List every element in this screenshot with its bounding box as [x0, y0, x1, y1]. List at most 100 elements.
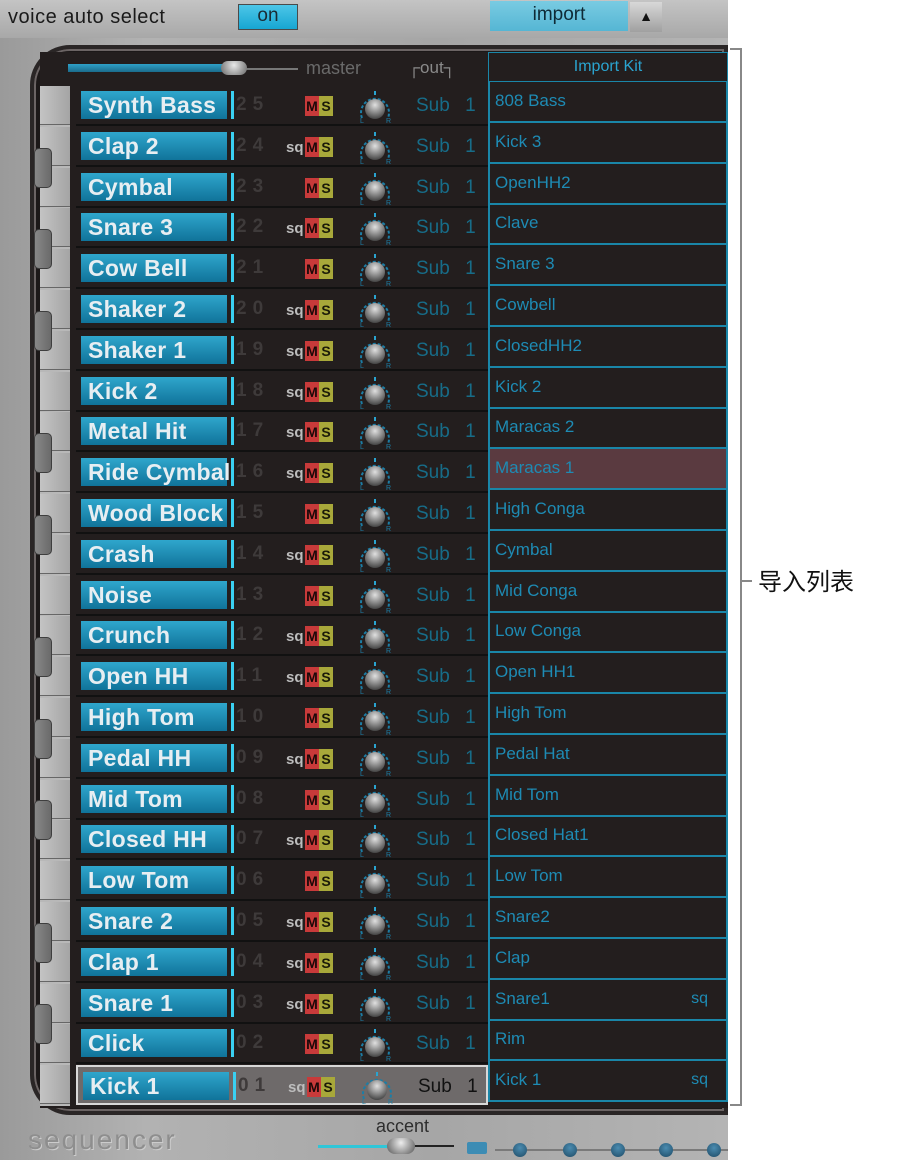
import-list-item[interactable]: Cowbell [488, 286, 728, 327]
import-list-item[interactable]: Low Tom [488, 857, 728, 899]
mute-button[interactable]: M [305, 177, 319, 198]
import-list-item[interactable]: Snare2 [488, 898, 728, 939]
import-list-item[interactable]: Low Conga [488, 612, 728, 654]
solo-button[interactable]: S [319, 340, 333, 361]
output-select[interactable]: Sub 1 [416, 258, 476, 280]
pan-knob[interactable]: L R [356, 659, 394, 695]
solo-button[interactable]: S [319, 544, 333, 565]
voice-row[interactable]: Shaker 1 19 sq M S L R Sub 1 [76, 331, 488, 371]
pan-knob[interactable]: L R [356, 292, 394, 328]
piano-black-key[interactable] [34, 229, 52, 270]
output-select[interactable]: Sub 1 [416, 666, 476, 688]
voice-row[interactable]: Crash 14 sq M S L R Sub 1 [76, 535, 488, 575]
voice-name-button[interactable]: Closed HH [81, 825, 234, 854]
solo-button[interactable]: S [319, 504, 333, 524]
pan-knob[interactable]: L R [356, 251, 394, 287]
step-indicator-active[interactable] [467, 1142, 487, 1154]
import-button[interactable]: import [490, 1, 628, 31]
voice-name-button[interactable]: Ride Cymbal [81, 458, 234, 487]
pan-knob[interactable]: L R [356, 578, 394, 614]
mute-button[interactable]: M [305, 993, 319, 1014]
import-list-item[interactable]: Pedal Hat [488, 734, 728, 776]
voice-name-button[interactable]: Clap 2 [81, 131, 234, 160]
voice-row[interactable]: Mid Tom 08 M S L R Sub 1 [76, 780, 488, 820]
import-list-item[interactable]: Rim [488, 1020, 728, 1062]
pan-knob[interactable]: L R [356, 537, 394, 573]
solo-button[interactable]: S [319, 218, 333, 239]
accent-slider[interactable] [318, 1138, 454, 1154]
import-list-item[interactable]: High Tom [488, 694, 728, 735]
mute-button[interactable]: M [305, 300, 319, 320]
voice-name-button[interactable]: Crash [81, 539, 234, 568]
mute-button[interactable]: M [305, 340, 319, 361]
mute-button[interactable]: M [305, 218, 319, 239]
import-list-item[interactable]: Open HH1 [488, 653, 728, 695]
solo-button[interactable]: S [319, 177, 333, 198]
step-led[interactable] [513, 1143, 527, 1157]
mute-button[interactable]: M [305, 585, 319, 606]
solo-button[interactable]: S [319, 748, 333, 769]
mute-button[interactable]: M [305, 1034, 319, 1055]
mute-button[interactable]: M [305, 667, 319, 688]
solo-button[interactable]: S [319, 1034, 333, 1055]
import-list-item[interactable]: Closed Hat1 [488, 816, 728, 858]
import-list-item[interactable]: High Conga [488, 490, 728, 531]
piano-key[interactable] [40, 86, 70, 125]
solo-button[interactable]: S [319, 789, 333, 810]
import-arrow-up-icon[interactable]: ▲ [630, 2, 662, 32]
mute-button[interactable]: M [305, 830, 319, 851]
piano-key[interactable] [40, 371, 70, 411]
pan-knob[interactable]: L R [356, 129, 394, 165]
voice-row[interactable]: Cow Bell 21 M S L R Sub 1 [76, 249, 488, 290]
piano-black-key[interactable] [34, 718, 52, 759]
master-slider-thumb[interactable] [221, 61, 247, 75]
voice-row[interactable]: Metal Hit 17 sq M S L R Sub 1 [76, 412, 488, 453]
piano-key[interactable] [40, 861, 70, 901]
voice-row[interactable]: Wood Block 15 M S L R Sub 1 [76, 494, 488, 534]
solo-button[interactable]: S [319, 667, 333, 688]
solo-button[interactable]: S [319, 259, 333, 280]
voice-name-button[interactable]: Clap 1 [81, 947, 234, 976]
output-select[interactable]: Sub 1 [416, 136, 476, 158]
piano-key[interactable] [40, 575, 70, 615]
solo-button[interactable]: S [319, 136, 333, 157]
output-select[interactable]: Sub 1 [416, 870, 476, 892]
voice-name-button[interactable]: Mid Tom [81, 784, 234, 813]
output-select[interactable]: Sub 1 [416, 993, 476, 1015]
pan-knob[interactable]: L R [356, 496, 394, 532]
solo-button[interactable]: S [319, 585, 333, 606]
import-list-item[interactable]: Cymbal [488, 530, 728, 572]
output-select[interactable]: Sub 1 [416, 340, 476, 362]
voice-name-button[interactable]: Cow Bell [81, 254, 234, 283]
import-list-item[interactable]: OpenHH2 [488, 163, 728, 205]
piano-black-key[interactable] [34, 800, 52, 841]
solo-button[interactable]: S [319, 300, 333, 320]
mute-button[interactable]: M [305, 136, 319, 157]
mute-button[interactable]: M [305, 789, 319, 810]
solo-button[interactable]: S [319, 96, 333, 116]
solo-button[interactable]: S [319, 993, 333, 1014]
voice-name-button[interactable]: Cymbal [81, 172, 234, 201]
piano-black-key[interactable] [34, 514, 52, 555]
mute-button[interactable]: M [305, 422, 319, 443]
pan-knob[interactable]: L R [356, 333, 394, 369]
pan-knob[interactable]: L R [356, 782, 394, 818]
step-led[interactable] [611, 1143, 625, 1157]
voice-row[interactable]: Open HH 11 sq M S L R Sub 1 [76, 657, 488, 698]
voice-name-button[interactable]: Open HH [81, 662, 234, 691]
voice-name-button[interactable]: Low Tom [81, 866, 234, 895]
pan-knob[interactable]: L R [356, 455, 394, 491]
voice-row[interactable]: Pedal HH 09 sq M S L R Sub 1 [76, 739, 488, 779]
solo-button[interactable]: S [319, 871, 333, 892]
mute-button[interactable]: M [305, 952, 319, 973]
voice-row[interactable]: Crunch 12 sq M S L R Sub 1 [76, 616, 488, 657]
pan-knob[interactable]: L R [356, 170, 394, 206]
mute-button[interactable]: M [305, 912, 319, 932]
solo-button[interactable]: S [319, 463, 333, 484]
import-list-item[interactable]: Snare1 sq [488, 979, 728, 1021]
pan-knob[interactable]: L R [356, 1026, 394, 1062]
output-select[interactable]: Sub 1 [418, 1076, 478, 1098]
output-select[interactable]: Sub 1 [416, 789, 476, 811]
solo-button[interactable]: S [319, 626, 333, 647]
voice-name-button[interactable]: Snare 3 [81, 213, 234, 242]
